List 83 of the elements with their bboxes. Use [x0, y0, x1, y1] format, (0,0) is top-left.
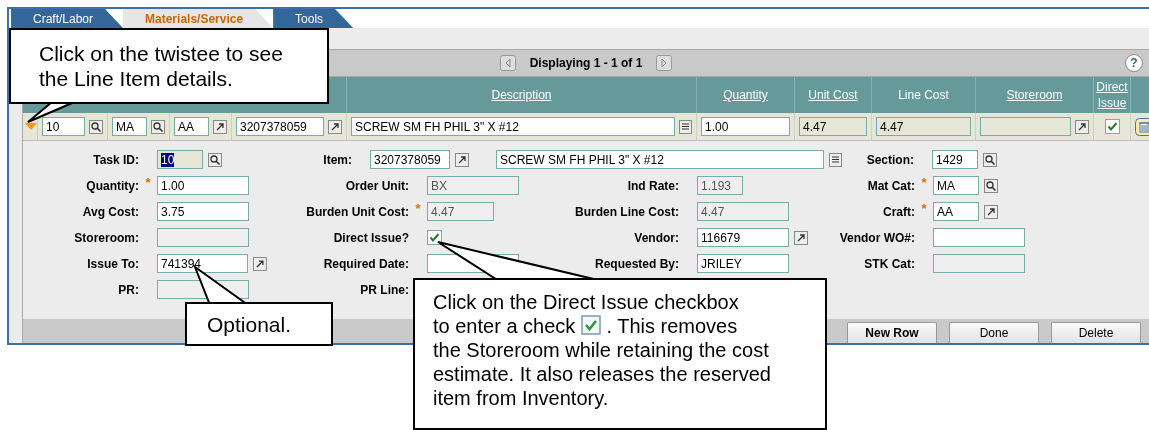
checkbox[interactable]	[427, 230, 442, 245]
input-field[interactable]	[157, 228, 249, 247]
input-field[interactable]: 3207378059	[370, 150, 450, 169]
callout-text: Click on the Direct Issue checkbox	[433, 290, 740, 314]
field-label: Ind Rate:	[626, 178, 679, 193]
arrow-icon[interactable]	[794, 230, 808, 245]
input-field[interactable]: 3.75	[157, 202, 249, 221]
field-label: Storeroom:	[73, 230, 139, 245]
input-field[interactable]: 1.193	[697, 176, 743, 195]
field-label: PR:	[117, 282, 139, 297]
field-label: Vendor WO#:	[838, 230, 915, 245]
search-icon[interactable]	[89, 119, 103, 134]
search-icon[interactable]	[208, 152, 222, 167]
input-field[interactable]: SCREW SM FH PHIL 3" X #12	[351, 117, 675, 136]
field-label: Craft:	[882, 204, 915, 219]
field-label: Quantity:	[85, 178, 139, 193]
field-label: Issue To:	[86, 256, 139, 271]
required-mark: *	[921, 201, 927, 216]
field-label: Burden Unit Cost:	[305, 204, 409, 219]
field-label: Requested By:	[593, 256, 679, 271]
field-label: PR Line:	[359, 282, 409, 297]
arrow-icon[interactable]	[213, 119, 227, 134]
checkbox[interactable]	[1104, 119, 1120, 134]
arrow-icon[interactable]	[455, 152, 469, 167]
form-button[interactable]: New Row	[847, 322, 937, 343]
input-field[interactable]: 1.00	[157, 176, 249, 195]
input-field[interactable]: 4.47	[799, 117, 867, 136]
input-field[interactable]: MA	[112, 117, 147, 136]
field-label: Direct Issue?	[332, 230, 409, 245]
search-icon[interactable]	[983, 152, 997, 167]
input-field[interactable]: AA	[174, 117, 209, 136]
required-mark: *	[921, 175, 927, 190]
field-label: Mat Cat:	[866, 178, 915, 193]
callout-text: the Storeroom while retaining the cost estimate. It also releases the reserved item from Inventory.	[433, 338, 772, 410]
input-field[interactable]: 3207378059	[236, 117, 324, 136]
trash-icon[interactable]	[1135, 117, 1149, 136]
input-field[interactable]: 10	[42, 117, 85, 136]
required-mark: *	[145, 175, 151, 190]
form-button[interactable]: Done	[949, 322, 1039, 343]
next-icon[interactable]	[656, 55, 673, 71]
tab[interactable]: Craft/Labor	[11, 9, 124, 28]
input-field[interactable]: 116679	[697, 228, 789, 247]
input-field[interactable]: AA	[933, 202, 979, 221]
input-field[interactable]: SCREW SM FH PHIL 3" X #12	[496, 150, 824, 169]
form-button[interactable]: Delete	[1051, 322, 1141, 343]
required-mark: *	[415, 201, 421, 216]
field-label: Order Unit:	[344, 178, 409, 193]
input-field[interactable]: 741394	[157, 254, 249, 273]
field-label: Required Date:	[322, 256, 409, 271]
tab[interactable]: Tools	[273, 9, 354, 28]
input-field[interactable]: 10	[157, 150, 203, 169]
field-label: Section:	[865, 152, 914, 167]
arrow-icon[interactable]	[984, 204, 998, 219]
input-field[interactable]	[980, 117, 1071, 136]
field-label: STK Cat:	[863, 256, 915, 271]
input-field[interactable]: 4.47	[697, 202, 789, 221]
input-field[interactable]: BX	[427, 176, 519, 195]
page-count: Displaying 1 - 1 of 1	[529, 56, 643, 70]
arrow-icon[interactable]	[1075, 119, 1089, 134]
arrow-icon[interactable]	[253, 256, 267, 271]
column-header: Line Cost	[898, 87, 949, 103]
field-label: Vendor:	[633, 230, 679, 245]
input-field[interactable]: 1.00	[701, 117, 790, 136]
field-label: Burden Line Cost:	[574, 204, 679, 219]
input-field[interactable]	[933, 254, 1025, 273]
input-field[interactable]: 4.47	[876, 117, 971, 136]
input-field[interactable]	[933, 228, 1025, 247]
input-field[interactable]: JRILEY	[697, 254, 789, 273]
input-field[interactable]: MA	[933, 176, 979, 195]
previous-icon[interactable]	[499, 55, 516, 71]
input-field[interactable]: 1429	[932, 150, 978, 169]
list-icon[interactable]	[829, 152, 842, 167]
list-icon[interactable]	[679, 119, 692, 134]
callout-text: . This removes	[606, 315, 738, 337]
field-label: Avg Cost:	[81, 204, 139, 219]
search-icon[interactable]	[151, 119, 165, 134]
input-field[interactable]: 4.47	[427, 202, 494, 221]
callout-text: to enter a check	[433, 315, 576, 337]
arrow-icon[interactable]	[328, 119, 342, 134]
field-label: Item:	[322, 152, 352, 167]
field-label: Task ID:	[92, 152, 139, 167]
help-button[interactable]: ?	[1125, 54, 1143, 72]
search-icon[interactable]	[984, 178, 998, 193]
